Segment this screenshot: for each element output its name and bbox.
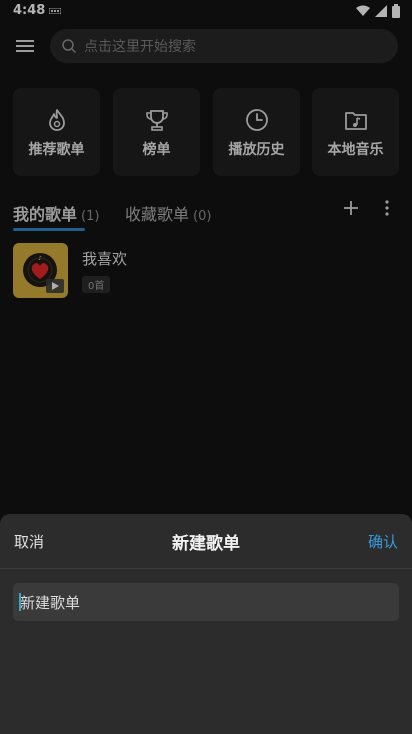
sheet-title: 新建歌单 <box>172 534 240 554</box>
playlist-name-input[interactable] <box>13 583 399 621</box>
new-playlist-sheet: 取消 新建歌单 确认 <box>0 514 412 734</box>
text-caret <box>19 593 21 611</box>
app-screen: 4:48 点击这里开始搜索 推荐歌单 榜单 播放历史 本地音乐 我的歌单 (1)… <box>0 0 412 734</box>
confirm-button[interactable]: 确认 <box>368 531 398 552</box>
sheet-header: 取消 新建歌单 确认 <box>0 514 412 569</box>
